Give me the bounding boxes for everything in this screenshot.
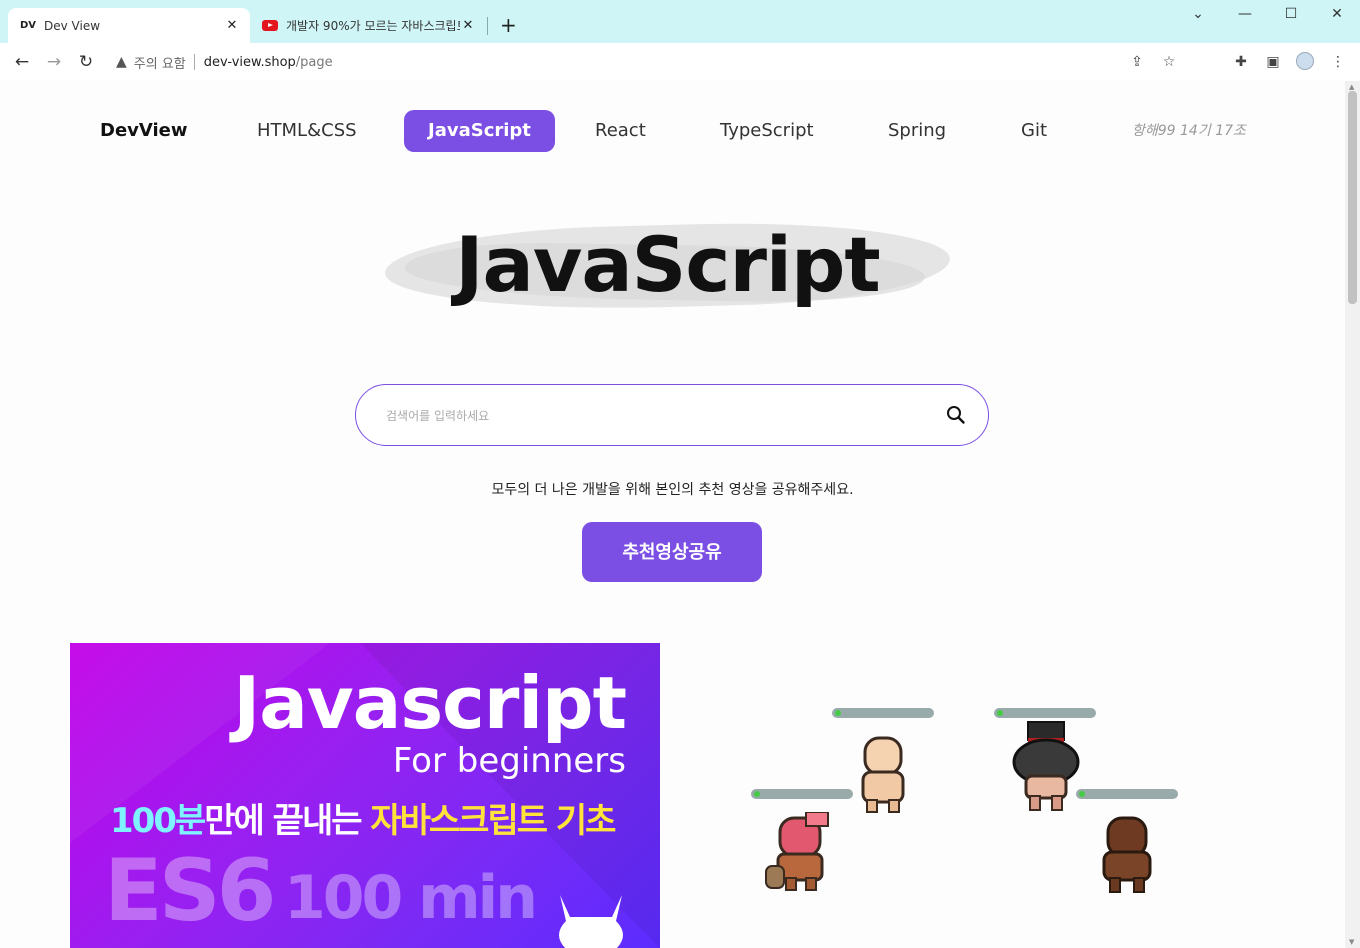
share-video-button[interactable]: 추천영상공유 (582, 522, 762, 582)
pixel-character-icon (1012, 721, 1080, 811)
star-icon[interactable]: ☆ (1160, 53, 1178, 71)
minimize-icon[interactable]: — (1235, 6, 1255, 22)
new-tab-icon[interactable]: + (500, 14, 517, 36)
nav-javascript[interactable]: JavaScript (404, 110, 555, 152)
extensions-puzzle-icon[interactable]: ✚ (1232, 53, 1250, 71)
search-icon[interactable] (945, 404, 967, 426)
thumbnail-tagline: 100분만에 끝내는 자바스크립트 기초 (110, 793, 616, 842)
video-thumbnail[interactable]: Javascript For beginners 100분만에 끝내는 자바스크… (70, 643, 660, 948)
address-bar[interactable]: ▲ 주의 요함 dev-view.shop/page (116, 52, 333, 72)
divider (193, 54, 195, 70)
tagline-part: 100분 (110, 801, 206, 841)
nav-html-css[interactable]: HTML&CSS (257, 110, 357, 152)
scroll-thumb[interactable] (1348, 91, 1357, 304)
pixel-character-icon (765, 812, 829, 891)
character-nametag (994, 708, 1096, 718)
nav-git[interactable]: Git (1021, 110, 1047, 152)
tab-youtube[interactable]: 개발자 90%가 모르는 자바스크립트 ✕ (250, 8, 486, 43)
youtube-icon (262, 18, 278, 34)
devil-mascot-icon (559, 895, 623, 948)
search-box (355, 384, 989, 446)
nav-spring[interactable]: Spring (888, 110, 946, 152)
profile-avatar[interactable] (1296, 52, 1314, 70)
devview-favicon-icon: DV (19, 20, 37, 31)
forward-arrow-icon[interactable]: → (44, 52, 64, 72)
scroll-down-icon[interactable]: ▼ (1349, 938, 1354, 946)
nav-typescript[interactable]: TypeScript (720, 110, 814, 152)
pixel-character-icon (1102, 816, 1152, 893)
character-nametag (1076, 789, 1178, 799)
nav-react[interactable]: React (595, 110, 646, 152)
thumbnail-title: Javascript (233, 661, 627, 745)
page-scrollbar[interactable]: ▲ ▼ (1345, 81, 1360, 948)
thumbnail-es6: ES6 (104, 841, 277, 941)
thumbnail-duration: 100 min (284, 863, 538, 933)
tab-title: 개발자 90%가 모르는 자바스크립트 (286, 19, 460, 33)
share-description: 모두의 더 나은 개발을 위해 본인의 추천 영상을 공유해주세요. (491, 482, 854, 498)
maximize-icon[interactable]: ☐ (1281, 6, 1301, 22)
page-title: JavaScript (455, 220, 880, 309)
browser-toolbar: ← → ↻ ▲ 주의 요함 dev-view.shop/page ⇪ ☆ ✚ ▣… (0, 43, 1360, 81)
search-input[interactable] (386, 403, 926, 429)
thumbnail-subtitle: For beginners (392, 741, 626, 781)
security-label: 주의 요함 (133, 56, 186, 72)
url-path: /page (295, 54, 333, 70)
reload-icon[interactable]: ↻ (76, 52, 96, 72)
menu-dots-icon[interactable]: ⋮ (1329, 53, 1347, 71)
pixel-character-icon (861, 736, 905, 813)
share-icon[interactable]: ⇪ (1128, 53, 1146, 71)
close-icon[interactable]: ✕ (460, 18, 476, 33)
tagline-part: 만에 끝내는 (204, 801, 371, 841)
brand-logo[interactable]: DevView (100, 110, 188, 152)
tagline-part: 자바스크립트 기초 (370, 801, 616, 841)
character-nametag (751, 789, 853, 799)
close-icon[interactable]: ✕ (224, 18, 240, 33)
chevron-down-icon[interactable]: ⌄ (1188, 6, 1208, 22)
back-arrow-icon[interactable]: ← (12, 52, 32, 72)
warning-icon: ▲ (116, 54, 127, 70)
hero-banner: JavaScript (384, 215, 951, 315)
scroll-up-icon[interactable]: ▲ (1349, 83, 1354, 91)
side-panel-icon[interactable]: ▣ (1264, 53, 1282, 71)
tab-dev-view[interactable]: DV Dev View ✕ (8, 8, 250, 43)
site-navbar: DevView HTML&CSS JavaScript React TypeSc… (0, 110, 1345, 154)
tab-separator (487, 17, 488, 35)
url-host: dev-view.shop (203, 54, 296, 70)
window-close-icon[interactable]: ✕ (1327, 6, 1347, 22)
team-credit: 항해99 14기 17조 (1132, 123, 1246, 139)
browser-tabstrip: DV Dev View ✕ 개발자 90%가 모르는 자바스크립트 ✕ + ⌄ … (0, 0, 1360, 43)
tab-title: Dev View (44, 18, 101, 33)
character-nametag (832, 708, 934, 718)
